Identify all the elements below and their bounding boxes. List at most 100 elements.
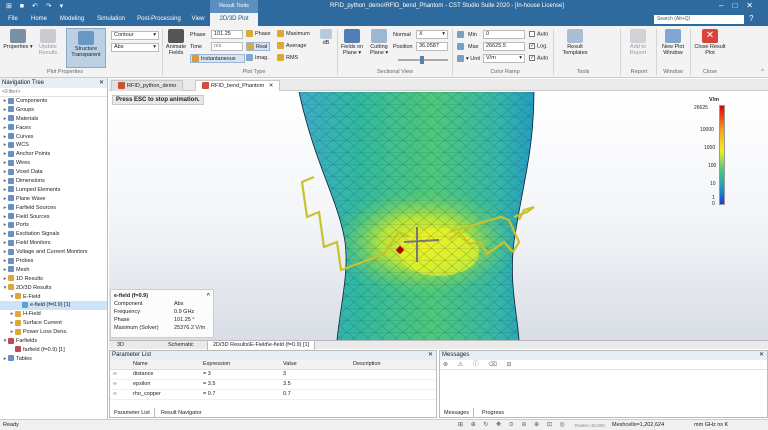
column-name[interactable]: Name	[130, 360, 200, 370]
result-templates-button[interactable]: Result Templates	[558, 29, 592, 56]
tab-2d3d-plot[interactable]: 2D/3D Plot	[210, 13, 258, 26]
tab-parameter-list[interactable]: Parameter List	[109, 408, 155, 418]
close-result-plot-button[interactable]: ✕ Close Result Plot	[693, 29, 727, 56]
messages-toolbar[interactable]: ⊗ ⚠ ⓘ ⌫ ⊟	[440, 360, 767, 370]
unit-select[interactable]: V/m ▾	[483, 54, 525, 63]
tree-item[interactable]: ▸ Dimensions	[0, 177, 107, 186]
properties-button[interactable]: Properties ▾	[3, 29, 33, 50]
slider-thumb[interactable]	[420, 56, 424, 64]
close-icon[interactable]: ✕	[428, 351, 433, 360]
doc-tab-rfid-python-demo[interactable]: RFID_python_demo	[111, 80, 184, 91]
status-units[interactable]: mm GHz ns K	[694, 420, 728, 430]
cutting-plane-button[interactable]: Cutting Plane ▾	[366, 29, 392, 56]
tree-item[interactable]: ▸ Plane Wave	[0, 195, 107, 204]
tab-schematic[interactable]: Schematic	[163, 341, 199, 350]
tree-items: ▸ Components ▸ Groups ▸ Materials ▸ Faces ▸ Curve…	[0, 97, 107, 364]
tree-item[interactable]: ▾ E-Field	[0, 293, 107, 302]
imag-button[interactable]: Imag.	[246, 54, 269, 61]
tab-3d[interactable]: 3D	[112, 341, 129, 350]
tree-item[interactable]: ▸ Mesh	[0, 266, 107, 275]
auto-checkbox[interactable]: Auto	[529, 31, 548, 37]
tree-item[interactable]: ▸ Groups	[0, 106, 107, 115]
quick-access-toolbar[interactable]: ⊞ ■ ↶ ↷ ▾	[6, 2, 66, 10]
tree-item[interactable]: ▸ Excitation Signals	[0, 230, 107, 239]
normal-select[interactable]: X ▾	[416, 30, 448, 39]
add-to-report-button[interactable]: Add to Report	[622, 29, 654, 56]
tab-progress[interactable]: Progress	[478, 408, 508, 418]
tab-view[interactable]: View	[188, 13, 208, 26]
position-input[interactable]: 36.0587	[416, 42, 448, 51]
tab-simulation[interactable]: Simulation	[93, 13, 129, 26]
tree-item[interactable]: ▸ Curves	[0, 133, 107, 142]
tab-file[interactable]: File	[4, 13, 22, 26]
tree-item[interactable]: ▸ Probes	[0, 257, 107, 266]
close-icon[interactable]: ✕	[99, 78, 104, 88]
phase-input[interactable]: 101.25	[211, 30, 243, 39]
tab-home[interactable]: Home	[27, 13, 51, 26]
tree-item[interactable]: e-field (f=0.9) [1]	[0, 301, 107, 311]
close-tab-icon[interactable]: ✕	[269, 83, 274, 89]
average-button[interactable]: Average	[277, 42, 306, 49]
plot-type-select[interactable]: Contour ▾	[111, 31, 159, 40]
close-icon[interactable]: ✕	[759, 351, 764, 360]
search-input[interactable]: Search (Alt+Q)	[654, 15, 744, 24]
max-input[interactable]: 26625.5	[483, 42, 525, 51]
column-expression[interactable]: Expression	[200, 360, 280, 370]
tree-item[interactable]: ▸ Field Monitors	[0, 239, 107, 248]
tree-item[interactable]: ▸ Faces	[0, 124, 107, 133]
tab-messages[interactable]: Messages	[439, 408, 475, 418]
update-results-button[interactable]: Update Results	[33, 29, 63, 56]
tree-item[interactable]: ▾ 2D/3D Results	[0, 284, 107, 293]
table-row[interactable]: ∞ distance = 3 3	[110, 369, 436, 380]
table-row[interactable]: ∞ rho_copper = 0.7 0.7	[110, 389, 436, 400]
tree-item[interactable]: ▸ Materials	[0, 115, 107, 124]
column-value[interactable]: Value	[280, 360, 350, 370]
tree-item[interactable]: ▸ Ports	[0, 221, 107, 230]
auto-range-checkbox[interactable]: ✓ Auto	[529, 55, 548, 61]
tree-item[interactable]: ▸ Wires	[0, 159, 107, 168]
tree-item[interactable]: ▸ Surface Current	[0, 319, 107, 328]
tab-post-processing[interactable]: Post-Processing	[133, 13, 185, 26]
new-plot-window-button[interactable]: New Plot Window	[658, 29, 688, 56]
help-icon[interactable]: ?	[749, 14, 753, 23]
phase-button[interactable]: Phase	[246, 30, 271, 37]
tree-item[interactable]: ▸ H-Field	[0, 310, 107, 319]
tab-result-navigator[interactable]: Result Navigator	[157, 408, 206, 418]
table-row[interactable]: ∞ epsilon = 3.5 3.5	[110, 379, 436, 390]
collapse-ribbon-icon[interactable]: ^	[761, 69, 764, 75]
db-button[interactable]: dB	[316, 29, 336, 46]
view-tools[interactable]: ⊞ ⊕ ↻ ✥ ⊙ ⊖ ⊕ ⊡ ◎	[458, 420, 568, 430]
tree-item[interactable]: ▸ 1D Results	[0, 275, 107, 284]
tree-item[interactable]: ▸ Tables	[0, 355, 107, 364]
navtree-filter-input[interactable]: <Filter>	[0, 88, 107, 97]
tab-modeling[interactable]: Modeling	[55, 13, 89, 26]
fields-on-plane-button[interactable]: Fields on Plane ▾	[338, 29, 366, 56]
collapse-icon[interactable]: ^	[207, 292, 210, 300]
tree-item[interactable]: farfield (f=0.9) [1]	[0, 346, 107, 355]
tree-item[interactable]: ▸ Farfield Sources	[0, 204, 107, 213]
maximum-button[interactable]: Maximum	[277, 30, 310, 37]
scale-select[interactable]: Abs ▾	[111, 43, 159, 52]
min-input[interactable]: 0	[483, 30, 525, 39]
tree-item[interactable]: ▸ Power Loss Dens.	[0, 328, 107, 337]
rms-button[interactable]: RMS	[277, 54, 298, 61]
log-checkbox[interactable]: ✓ Log.	[529, 43, 548, 49]
doc-tab-rfid-bend-phantom[interactable]: RFID_bend_Phantom ✕	[195, 80, 281, 91]
column-description[interactable]: Description	[350, 360, 436, 370]
instantaneous-button[interactable]: Instantaneous	[190, 54, 245, 63]
tree-item[interactable]: ▸ Components	[0, 97, 107, 106]
window-controls[interactable]: –□✕	[719, 1, 762, 10]
animate-fields-button[interactable]: Animate Fields	[164, 29, 188, 56]
tree-item[interactable]: ▸ Anchor Points	[0, 150, 107, 159]
real-button[interactable]: Real	[246, 42, 271, 51]
position-slider[interactable]	[398, 56, 448, 64]
tree-item[interactable]: ▸ WCS	[0, 141, 107, 150]
tree-item[interactable]: ▸ Field Sources	[0, 213, 107, 222]
tree-item[interactable]: ▸ Lumped Elements	[0, 186, 107, 195]
tree-item[interactable]: ▸ Voxel Data	[0, 168, 107, 177]
structure-transparent-button[interactable]: Structure Transparent	[66, 28, 106, 68]
tab-efield-result[interactable]: 2D/3D Results\E-Field\e-field (f=0.9) [1…	[207, 341, 316, 350]
time-input[interactable]: n/s	[211, 42, 243, 51]
tree-item[interactable]: ▸ Voltage and Current Monitors	[0, 248, 107, 257]
tree-item[interactable]: ▾ Farfields	[0, 337, 107, 346]
